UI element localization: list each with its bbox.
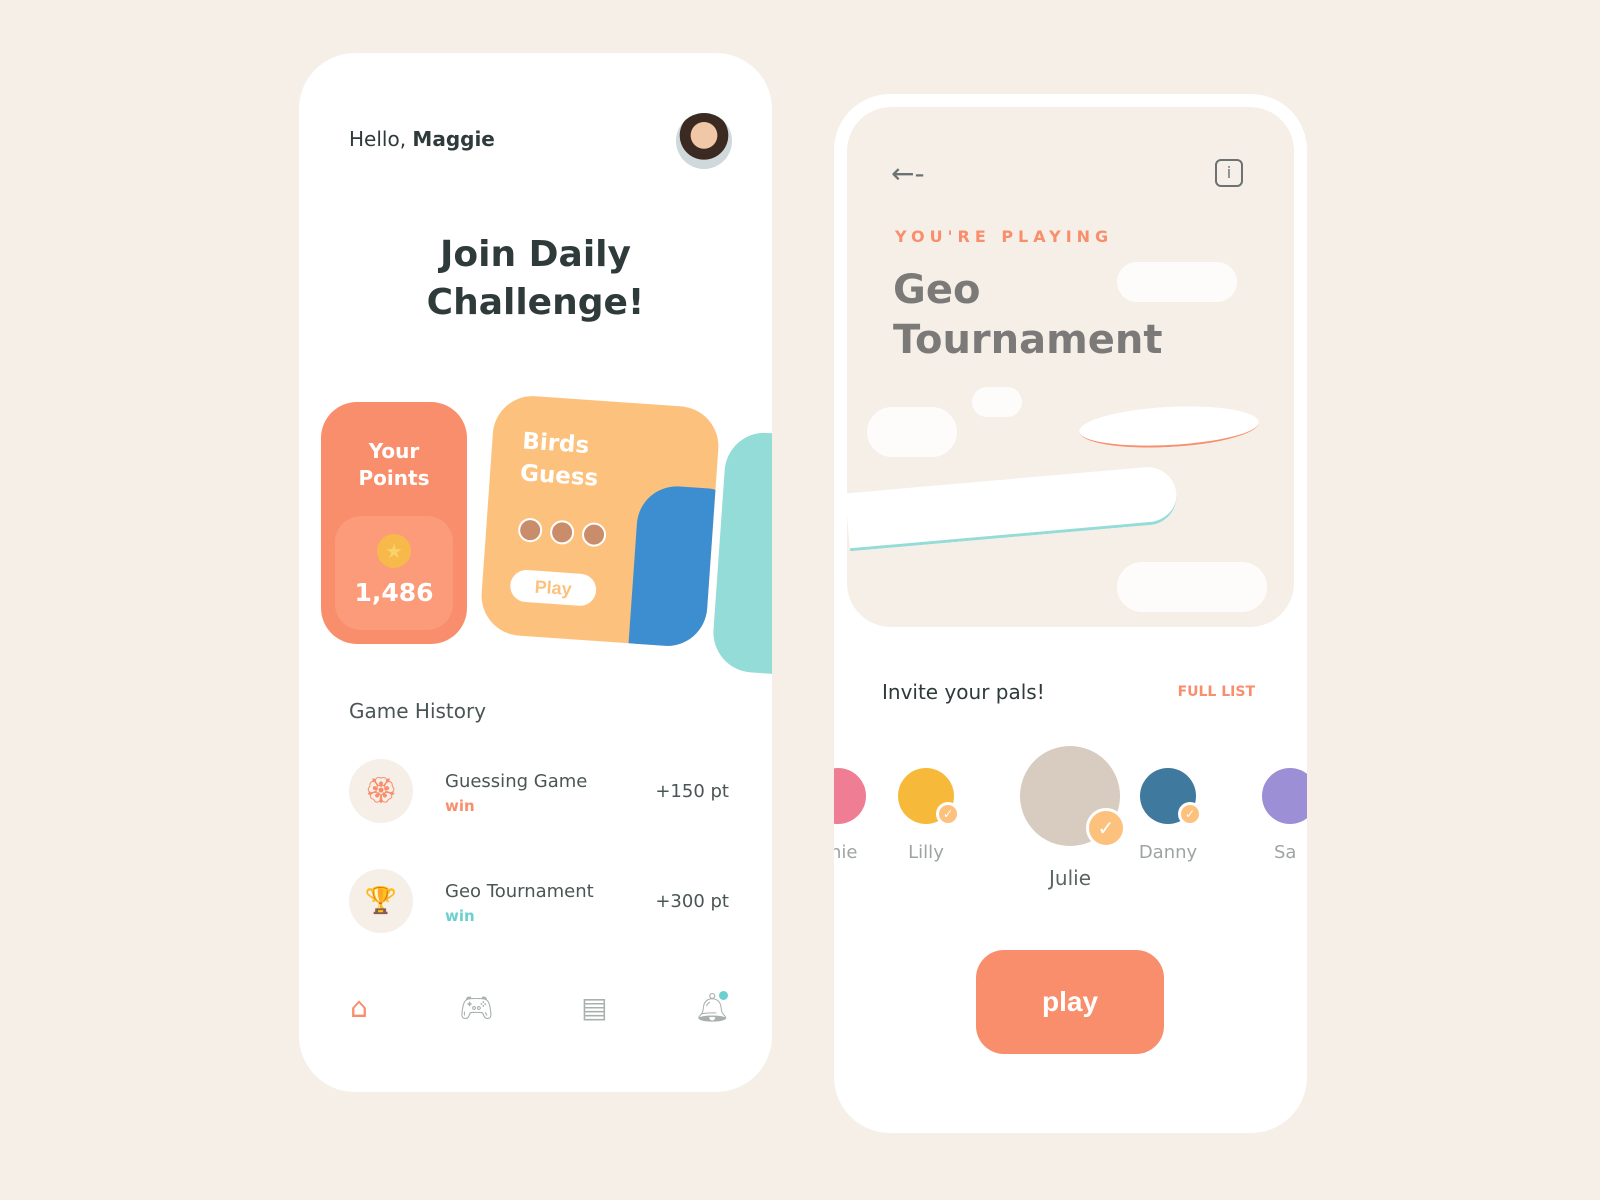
blimp-illustration: [1078, 402, 1260, 452]
trophy-icon: 🏆: [349, 869, 413, 933]
bell-icon[interactable]: 🔔︎: [692, 991, 732, 1024]
avatar[interactable]: [676, 113, 732, 169]
home-icon[interactable]: ⌂: [339, 991, 379, 1024]
store-icon[interactable]: ▤: [574, 991, 614, 1024]
hero-panel: ←- i YOU'RE PLAYING Geo Tournament: [847, 107, 1294, 627]
info-icon[interactable]: i: [1215, 159, 1243, 187]
avatar: [834, 768, 866, 824]
avatar: [549, 519, 575, 546]
points-value: 1,486: [354, 578, 434, 607]
avatar: [581, 521, 607, 548]
back-arrow-icon[interactable]: ←-: [891, 157, 925, 190]
cloud: [1117, 262, 1237, 302]
check-icon: ✓: [1178, 802, 1202, 826]
play-button[interactable]: play: [976, 950, 1164, 1054]
avatar: ✓: [1140, 768, 1202, 826]
check-icon: ✓: [1086, 808, 1126, 848]
cloud: [867, 407, 957, 457]
history-item[interactable]: 🏆 Geo Tournament win +300 pt: [349, 869, 729, 935]
gamepad-icon[interactable]: 🎮︎: [457, 991, 497, 1024]
pal-item-selected[interactable]: ✓ Julie: [1000, 746, 1140, 890]
award-icon: 🏵: [349, 759, 413, 823]
avatar: ✓: [1020, 746, 1126, 848]
play-button[interactable]: Play: [509, 568, 598, 607]
pal-item[interactable]: ✓ Lilly: [886, 768, 966, 863]
points-card[interactable]: Your Points ★ 1,486: [321, 402, 467, 644]
section-title: Game History: [349, 699, 487, 723]
peacock-illustration: [627, 483, 722, 649]
full-list-link[interactable]: FULL LIST: [1178, 684, 1255, 700]
coin-icon: ★: [377, 534, 411, 568]
home-screen: Hello, Maggie Join Daily Challenge! Your P…: [299, 53, 772, 1092]
eyebrow: YOU'RE PLAYING: [895, 227, 1114, 246]
page-title: Join Daily Challenge!: [426, 234, 645, 323]
game-screen: ←- i YOU'RE PLAYING Geo Tournament Invite…: [834, 94, 1307, 1133]
pal-item[interactable]: phie: [834, 768, 878, 863]
cloud: [1117, 562, 1267, 612]
greeting: Hello, Maggie: [349, 127, 495, 151]
notification-badge: [718, 991, 728, 1000]
cloud: [972, 387, 1022, 417]
avatar: [1262, 768, 1307, 824]
next-card[interactable]: [710, 430, 772, 676]
invite-title: Invite your pals!: [882, 680, 1045, 704]
players-avatars: [517, 517, 607, 548]
plane-illustration: [847, 464, 1179, 552]
pal-item[interactable]: Sa: [1246, 768, 1307, 863]
birds-guess-card[interactable]: Birds Guess Play: [478, 393, 722, 649]
avatar: [517, 517, 543, 543]
bottom-nav: ⌂ 🎮︎ ▤ 🔔︎: [339, 991, 732, 1024]
history-item[interactable]: 🏵 Guessing Game win +150 pt: [349, 759, 729, 825]
pal-item[interactable]: ✓ Danny: [1128, 768, 1208, 863]
avatar: ✓: [898, 768, 960, 826]
check-icon: ✓: [936, 802, 960, 826]
